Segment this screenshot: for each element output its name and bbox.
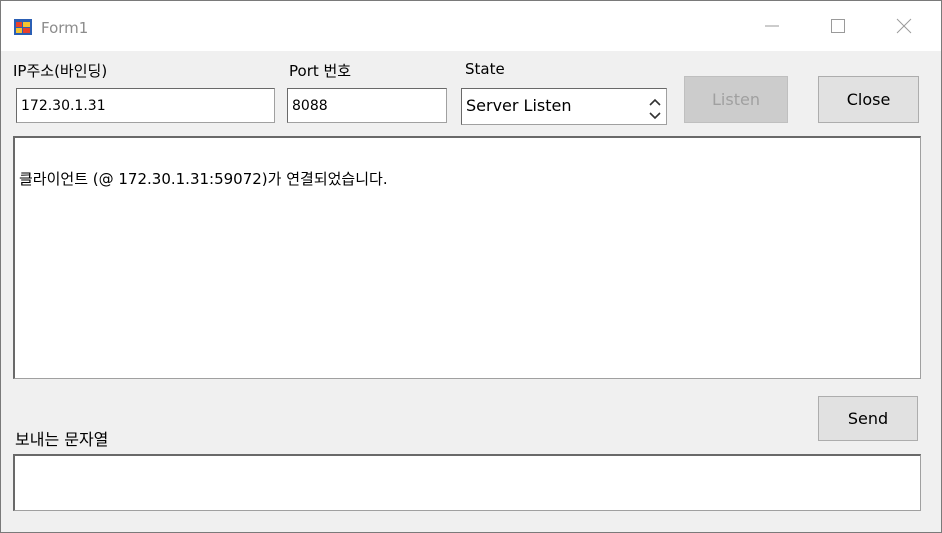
listen-button[interactable]: Listen [684, 76, 788, 123]
ip-address-field[interactable]: 172.30.1.31 [16, 88, 275, 123]
minimize-icon [765, 25, 779, 27]
close-button[interactable]: Close [818, 76, 919, 123]
send-button[interactable]: Send [818, 396, 918, 441]
send-text-label: 보내는 문자열 [15, 430, 109, 449]
maximize-button[interactable] [815, 1, 861, 51]
state-value: Server Listen [466, 96, 572, 115]
up-down-spinner-icon[interactable] [646, 93, 664, 123]
window-close-button[interactable] [881, 1, 927, 51]
send-textbox[interactable] [13, 454, 921, 511]
main-window: Form1 IP주소(바인딩) Port 번호 State 172.30.1.3… [0, 0, 942, 533]
minimize-button[interactable] [749, 1, 795, 51]
ip-label: IP주소(바인딩) [13, 62, 108, 80]
maximize-icon [831, 19, 845, 33]
port-label: Port 번호 [289, 62, 352, 80]
close-icon [896, 18, 912, 34]
port-field[interactable]: 8088 [287, 88, 447, 123]
log-line: 클라이언트 (@ 172.30.1.31:59072)가 연결되었습니다. [19, 170, 388, 188]
state-field[interactable]: Server Listen [461, 88, 667, 125]
title-bar[interactable]: Form1 [1, 1, 941, 51]
state-label: State [465, 60, 505, 78]
form-app-icon [14, 19, 32, 35]
log-textbox[interactable]: 클라이언트 (@ 172.30.1.31:59072)가 연결되었습니다. [13, 136, 921, 379]
window-title: Form1 [41, 19, 89, 37]
